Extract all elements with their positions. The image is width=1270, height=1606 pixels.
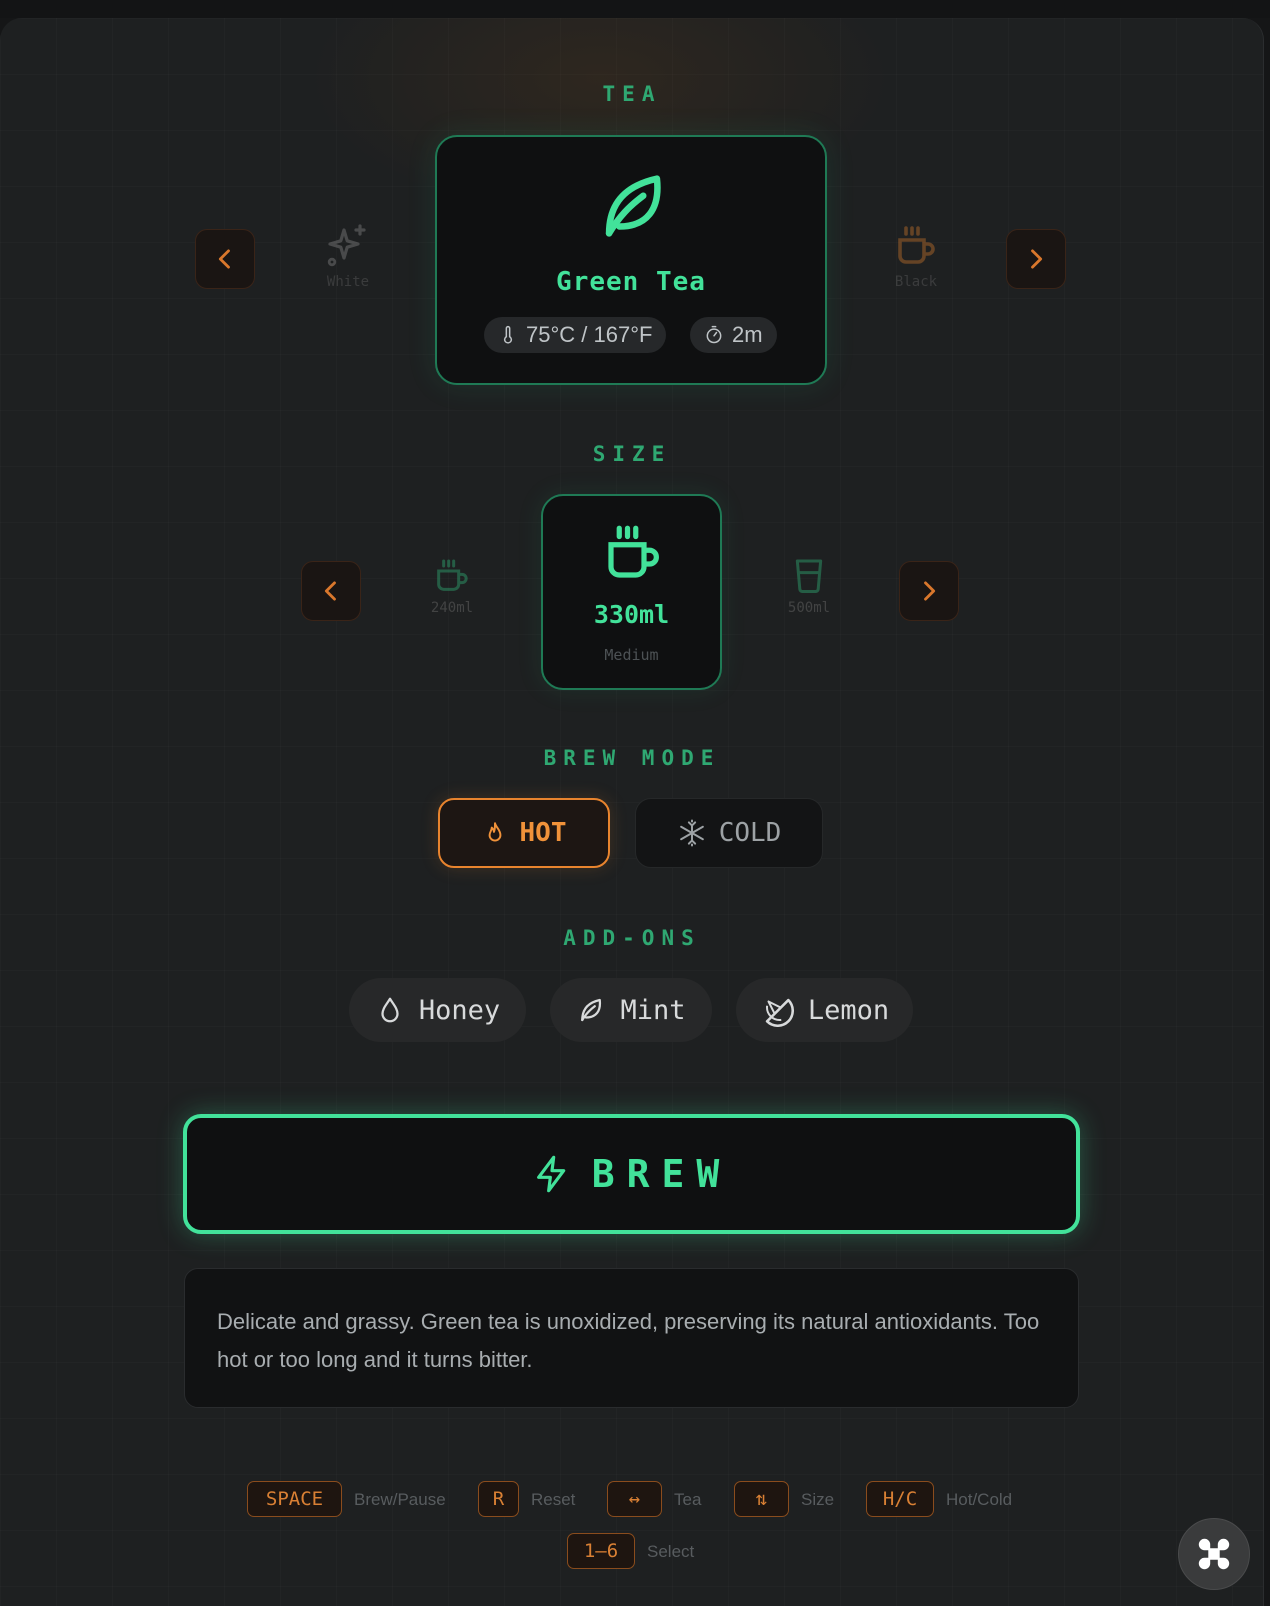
chevron-left-icon [218,249,230,269]
tea-description: Delicate and grassy. Green tea is unoxid… [184,1268,1079,1408]
cold-mode-button[interactable]: COLD [635,798,823,868]
hot-mode-button[interactable]: HOT [438,798,610,868]
citrus-icon [765,998,794,1027]
flame-icon [488,822,501,842]
selected-size-card[interactable]: 330ml Medium [541,494,722,690]
shortcut-key-r: R [478,1481,519,1517]
shortcut-label-brew: Brew/Pause [354,1490,446,1509]
tea-section-label: TEA [602,82,662,106]
tea-prev-option[interactable]: White [308,222,388,290]
leaf-icon [581,998,602,1022]
size-value: 330ml [593,600,670,629]
size-prev-button[interactable] [301,561,361,621]
time-pill: 2m [690,317,777,353]
size-next-option[interactable]: 500ml [769,556,849,616]
small-mug-icon [437,559,468,591]
shortcut-label-tea: Tea [674,1490,702,1509]
chevron-right-icon [1031,249,1043,269]
size-prev-option[interactable]: 240ml [412,556,492,616]
brew-mode-section-label: BREW MODE [543,746,721,770]
snowflake-icon [679,819,704,847]
brew-button-label: BREW [591,1152,732,1196]
size-prev-label: 240ml [430,600,474,616]
addons-section-label: ADD-ONS [563,926,701,950]
selected-tea-card[interactable]: Green Tea 75°C / 167°F 2m [435,135,827,385]
size-name: Medium [604,646,659,664]
shortcut-key-up-down: ⇅ [734,1481,789,1517]
stopwatch-icon [706,325,722,344]
sparkle-icon [327,224,366,267]
drop-icon [381,997,399,1023]
shortcut-key-select: 1–6 [567,1533,635,1569]
shortcut-key-hc: H/C [866,1481,934,1517]
window-top-bar [0,0,1270,18]
chevron-left-icon [324,581,336,601]
size-section-label: SIZE [592,442,672,466]
leaf-icon [605,175,661,237]
tea-next-option[interactable]: Black [876,222,956,290]
addon-mint-label: Mint [620,994,686,1026]
floating-action-button[interactable] [1178,1518,1250,1590]
tea-name: Green Tea [556,267,706,297]
temperature-pill: 75°C / 167°F [484,317,667,353]
addon-honey[interactable]: Honey [349,978,526,1042]
hot-mode-label: HOT [519,818,567,848]
shortcut-label-select: Select [647,1542,695,1561]
lightning-icon [536,1155,565,1193]
mug-icon [608,525,659,578]
size-next-label: 500ml [787,600,831,616]
glass-icon [795,559,823,593]
command-icon [1198,1538,1230,1570]
addon-mint[interactable]: Mint [550,978,712,1042]
mug-icon [898,226,935,264]
addon-lemon-label: Lemon [807,994,890,1026]
temperature-value: 75°C / 167°F [526,322,653,347]
shortcut-label-reset: Reset [531,1490,576,1509]
addon-honey-label: Honey [418,994,501,1026]
tea-next-button[interactable] [1006,229,1066,289]
tea-next-label: Black [894,274,938,290]
time-value: 2m [732,322,763,347]
tea-prev-button[interactable] [195,229,255,289]
addon-lemon[interactable]: Lemon [736,978,913,1042]
shortcut-key-space: SPACE [247,1481,342,1517]
brew-button[interactable]: BREW [183,1114,1080,1234]
tea-prev-label: White [326,274,370,290]
cold-mode-label: COLD [718,818,782,848]
shortcut-key-left-right: ↔ [607,1481,662,1517]
shortcut-label-hot-cold: Hot/Cold [946,1490,1013,1509]
thermometer-icon [503,325,513,344]
chevron-right-icon [924,581,936,601]
size-next-button[interactable] [899,561,959,621]
shortcut-label-size: Size [801,1490,835,1509]
